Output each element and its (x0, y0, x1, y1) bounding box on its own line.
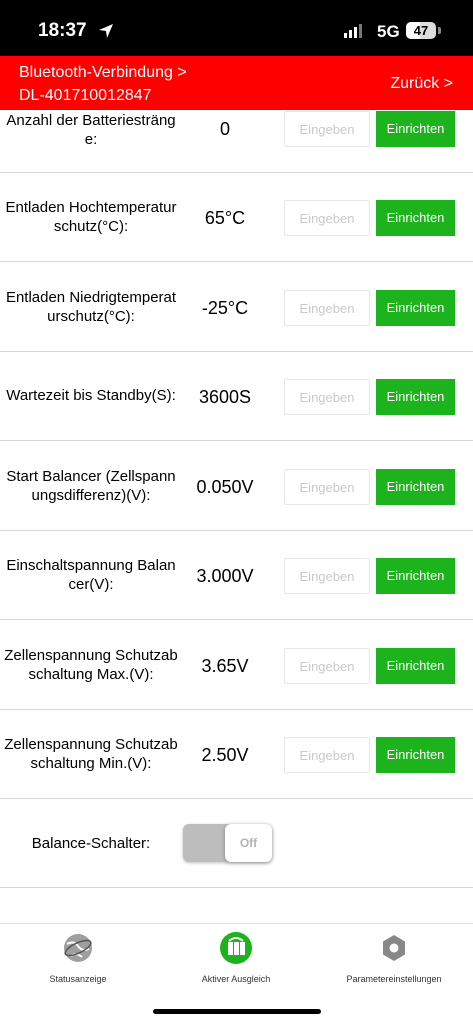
setting-label: Entladen Hochtemperaturschutz(°C): (5, 198, 177, 235)
setting-value: 0.050V (196, 477, 254, 497)
setting-row-discharge-high-temp: Entladen Hochtemperaturschutz(°C): 65°C … (0, 172, 473, 262)
setting-row-balance-switch: Balance-Schalter: Off (0, 799, 473, 888)
input-button[interactable]: Eingeben (284, 648, 370, 684)
setup-button[interactable]: Einrichten (376, 379, 455, 415)
status-bar: 18:37 5G 47 (0, 0, 473, 56)
balance-toggle[interactable]: Off (183, 824, 272, 862)
input-button[interactable]: Eingeben (284, 379, 370, 415)
setup-button[interactable]: Einrichten (376, 737, 455, 773)
setup-button[interactable]: Einrichten (376, 290, 455, 326)
setting-row-battery-strings: Anzahl der Batteriestränge: 0 Eingeben E… (0, 110, 473, 173)
setup-button[interactable]: Einrichten (376, 648, 455, 684)
setting-row-balancer-start: Start Balancer (Zellspannungsdifferenz)(… (0, 441, 473, 531)
input-button[interactable]: Eingeben (284, 558, 370, 594)
setting-label: Start Balancer (Zellspannungsdifferenz)(… (6, 467, 176, 504)
setting-value: 3.000V (196, 566, 254, 586)
network-type: 5G (377, 22, 400, 41)
input-button[interactable]: Eingeben (284, 200, 370, 236)
bluetooth-connection-link[interactable]: Bluetooth-Verbindung > (19, 64, 187, 82)
hexagon-settings-icon (383, 935, 405, 961)
setting-row-balancer-on-voltage: Einschaltspannung Balancer(V): 3.000V Ei… (0, 530, 473, 620)
tab-label: Statusanzeige (49, 974, 107, 984)
setting-row-standby-time: Wartezeit bis Standby(S): 3600S Eingeben… (0, 351, 473, 441)
setting-value: 2.50V (201, 745, 249, 765)
setting-label: Anzahl der Batteriestränge: (6, 112, 176, 148)
back-button[interactable]: Zurück > (390, 75, 453, 93)
input-button[interactable]: Eingeben (284, 469, 370, 505)
input-button[interactable]: Eingeben (284, 737, 370, 773)
setting-row-discharge-low-temp: Entladen Niedrigtemperaturschutz(°C): -2… (0, 262, 473, 352)
input-button[interactable]: Eingeben (284, 111, 370, 147)
setting-row-cell-max-voltage: Zellenspannung Schutzabschaltung Max.(V)… (0, 620, 473, 710)
battery-balance-icon (220, 932, 252, 964)
setting-label: Zellenspannung Schutzabschaltung Min.(V)… (4, 735, 178, 772)
setting-row-cell-min-voltage: Zellenspannung Schutzabschaltung Min.(V)… (0, 709, 473, 799)
status-time: 18:37 (38, 20, 87, 41)
input-button[interactable]: Eingeben (284, 290, 370, 326)
setting-value: 0 (219, 119, 230, 139)
setup-button[interactable]: Einrichten (376, 469, 455, 505)
home-indicator[interactable] (153, 1009, 321, 1014)
setting-value: -25°C (201, 298, 249, 318)
device-id[interactable]: DL-401710012847 (19, 87, 152, 105)
setup-button[interactable]: Einrichten (376, 558, 455, 594)
location-arrow-icon (99, 24, 113, 38)
battery-percent: 47 (413, 23, 429, 38)
setting-label: Zellenspannung Schutzabschaltung Max.(V)… (4, 646, 178, 683)
setting-value: 3.65V (201, 656, 249, 676)
balance-switch-label: Balance-Schalter: (31, 834, 151, 852)
globe-icon (64, 934, 92, 962)
battery-icon: 47 (406, 22, 436, 39)
setting-value: 65°C (204, 208, 246, 228)
tab-label: Aktiver Ausgleich (201, 974, 271, 984)
setting-label: Entladen Niedrigtemperaturschutz(°C): (5, 288, 177, 325)
setting-label: Einschaltspannung Balancer(V): (6, 556, 176, 593)
setup-button[interactable]: Einrichten (376, 111, 455, 147)
toggle-state: Off (225, 824, 272, 862)
setup-button[interactable]: Einrichten (376, 200, 455, 236)
app-header: Bluetooth-Verbindung > DL-401710012847 Z… (0, 56, 473, 110)
setting-value: 3600S (198, 387, 252, 407)
setting-label: Wartezeit bis Standby(S): (6, 387, 176, 404)
battery-cap (438, 27, 441, 34)
tab-label: Parametereinstellungen (346, 974, 442, 984)
